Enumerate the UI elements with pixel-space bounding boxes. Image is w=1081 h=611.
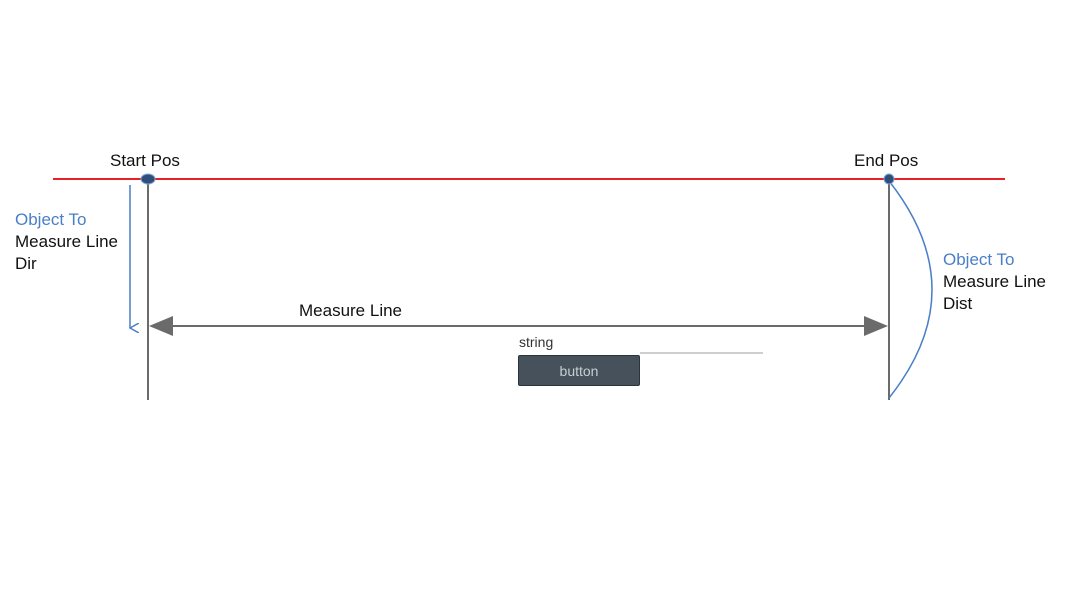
object-to-measure-line-dist-label: Object To Measure Line Dist [943, 249, 1046, 315]
dir-label-line-1: Object To [15, 210, 87, 229]
measure-line-label: Measure Line [299, 301, 403, 320]
string-label: string [519, 334, 554, 350]
diagram-canvas: Start Pos End Pos Object To Measure Line… [0, 0, 1081, 611]
measure-arrowhead-right [864, 316, 888, 336]
dist-label-line-3: Dist [943, 294, 973, 313]
dist-label-line-2: Measure Line [943, 272, 1047, 291]
diagram-graphics [53, 173, 1005, 400]
start-pos-label: Start Pos [110, 151, 180, 170]
start-pos-point [140, 173, 156, 185]
end-pos-point [883, 173, 895, 185]
dir-label-line-2: Measure Line [15, 232, 119, 251]
ui-button[interactable]: button [518, 355, 640, 386]
end-pos-label: End Pos [854, 151, 919, 170]
distance-arc [888, 180, 933, 399]
measure-arrowhead-left [149, 316, 173, 336]
dir-label-line-3: Dir [15, 254, 37, 273]
object-to-measure-line-dir-label: Object To Measure Line Dir [15, 209, 118, 275]
dist-label-line-1: Object To [943, 250, 1015, 269]
